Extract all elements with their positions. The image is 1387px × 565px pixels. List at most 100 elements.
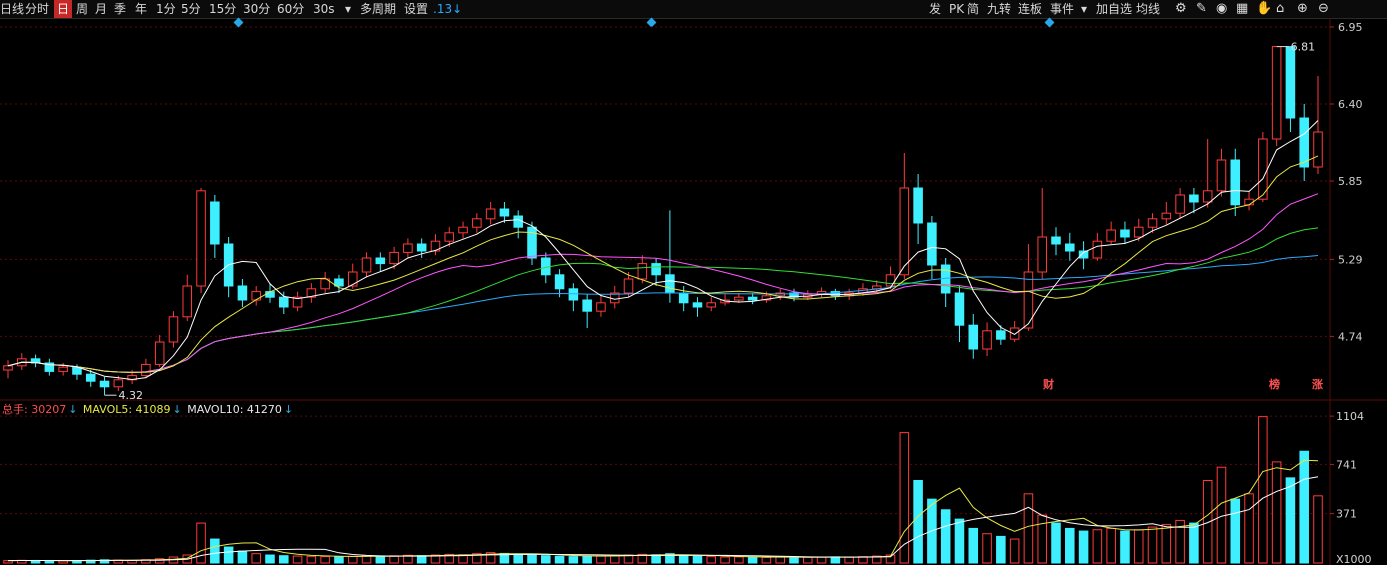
period-tab-11[interactable]: 60分 (277, 0, 304, 18)
candle-body (885, 274, 896, 287)
candle-body (1244, 198, 1254, 206)
volume-bar (320, 556, 330, 564)
volume-bar (761, 556, 772, 564)
period-tab-8[interactable]: 5分 (181, 0, 201, 18)
candle-body (1285, 46, 1296, 119)
period-tab-1[interactable]: 分时 (25, 0, 49, 18)
candle-body (1189, 194, 1199, 203)
candle-body (692, 302, 703, 308)
volume-bar (1051, 522, 1061, 564)
candle-body (1133, 226, 1144, 238)
volume-bar (568, 556, 579, 564)
candle-body (458, 226, 468, 234)
candle-body (899, 187, 910, 276)
volume-bar (1230, 498, 1241, 564)
volume-unit-label: X1000 (1336, 553, 1372, 565)
candle-body (444, 232, 455, 242)
volume-bar (1120, 530, 1130, 564)
volume-bar (237, 550, 248, 564)
candle-body (527, 226, 537, 259)
volume-bar (596, 555, 606, 564)
toolbar-button-0[interactable]: 发 (929, 0, 941, 18)
volume-bar (1285, 477, 1296, 564)
candle-body (196, 190, 206, 287)
period-tab-15[interactable]: 设置 (404, 0, 428, 18)
candle-body (1120, 229, 1130, 238)
volume-bar (692, 555, 703, 564)
volume-bar (1106, 527, 1116, 564)
candle-body (1092, 240, 1103, 259)
volume-bar (1023, 493, 1034, 564)
mavol5-label: MAVOL5: 41089 (82, 403, 171, 416)
period-tab-5[interactable]: 季 (114, 0, 126, 18)
period-tab-6[interactable]: 年 (135, 0, 147, 18)
toolbar-button-1[interactable]: PK (949, 0, 964, 18)
candle-body (706, 302, 717, 308)
volume-legend: 总手: 30207 ↓ MAVOL5: 41089 ↓ MAVOL10: 41270… (2, 403, 295, 417)
toolbar-button-4[interactable]: 连板 (1018, 0, 1042, 18)
toolbar-button-8[interactable]: 均线 (1136, 0, 1160, 18)
price-axis-label: 4.74 (1338, 330, 1363, 343)
volume-bar (1271, 461, 1282, 564)
volume-bar (1258, 416, 1268, 564)
volume-bar (996, 535, 1006, 564)
candle-body (1230, 159, 1241, 206)
candle-body (554, 274, 565, 290)
grid-icon[interactable]: ▦ (1236, 0, 1248, 18)
volume-bar (1037, 514, 1047, 564)
period-tab-10[interactable]: 30分 (243, 0, 270, 18)
period-tab-9[interactable]: 15分 (209, 0, 236, 18)
volume-bar (968, 527, 979, 564)
eye-icon[interactable]: ◉ (1216, 0, 1227, 18)
period-tab-3[interactable]: 周 (76, 0, 88, 18)
brush-icon[interactable]: ✎ (1196, 0, 1207, 18)
volume-bar (196, 522, 206, 564)
volume-bar (44, 560, 55, 564)
limit-up-tag[interactable]: 涨 (1312, 376, 1323, 392)
candle-body (954, 292, 965, 326)
candle-body (1051, 236, 1061, 245)
zoom-in-icon[interactable]: ⊕ (1297, 0, 1308, 18)
volume-bar (58, 560, 68, 564)
period-tab-4[interactable]: 月 (95, 0, 107, 18)
volume-bar (775, 556, 785, 564)
candle-body (347, 271, 358, 287)
candle-body (1147, 218, 1158, 228)
candle-body (141, 363, 151, 377)
volume-axis-label: 371 (1336, 508, 1357, 521)
toolbar-button-3[interactable]: 九转 (987, 0, 1011, 18)
volume-bar (816, 556, 827, 564)
hand-icon[interactable]: ✋ (1256, 0, 1272, 18)
financial-report-tag[interactable]: 财 (1043, 376, 1054, 392)
volume-axis-label: 1104 (1336, 410, 1364, 423)
volume-bar (513, 553, 523, 564)
kline-chart[interactable]: 6.95 6.40 5.85 5.29 4.74 1104 741 371 X1000 6.81 4… (0, 18, 1387, 565)
lock-icon[interactable]: ⌂ (1276, 0, 1284, 18)
gear-icon[interactable]: ⚙ (1175, 0, 1187, 18)
candle-body (1065, 243, 1075, 252)
down-arrow-icon: ↓ (172, 403, 182, 416)
candle-body (1106, 229, 1116, 242)
period-tab-0[interactable]: 日线 (0, 0, 24, 18)
toolbar-button-7[interactable]: 加自选 (1096, 0, 1132, 18)
candle-body (154, 341, 165, 365)
candle-body (168, 316, 179, 343)
candle-body (403, 243, 413, 253)
volume-bar (913, 480, 923, 564)
toolbar-button-6[interactable]: ▾ (1081, 0, 1087, 18)
toolbar-button-2[interactable]: 简 (967, 0, 979, 18)
period-tab-2[interactable]: 日 (54, 0, 73, 18)
period-tab-14[interactable]: 多周期 (360, 0, 396, 18)
volume-bar (223, 546, 234, 564)
period-tab-13[interactable]: ▾ (345, 0, 351, 18)
period-tab-7[interactable]: 1分 (156, 0, 176, 18)
period-tab-12[interactable]: 30s (313, 0, 335, 18)
toolbar-button-5[interactable]: 事件 (1050, 0, 1074, 18)
period-tab-16[interactable]: .13↓ (433, 0, 462, 18)
candle-body (651, 263, 661, 276)
zoom-out-icon[interactable]: ⊖ (1318, 0, 1329, 18)
volume-bar (940, 509, 951, 564)
leaderboard-tag[interactable]: 榜 (1269, 376, 1280, 392)
price-axis-label: 5.85 (1338, 175, 1363, 188)
volume-bar (678, 555, 689, 564)
